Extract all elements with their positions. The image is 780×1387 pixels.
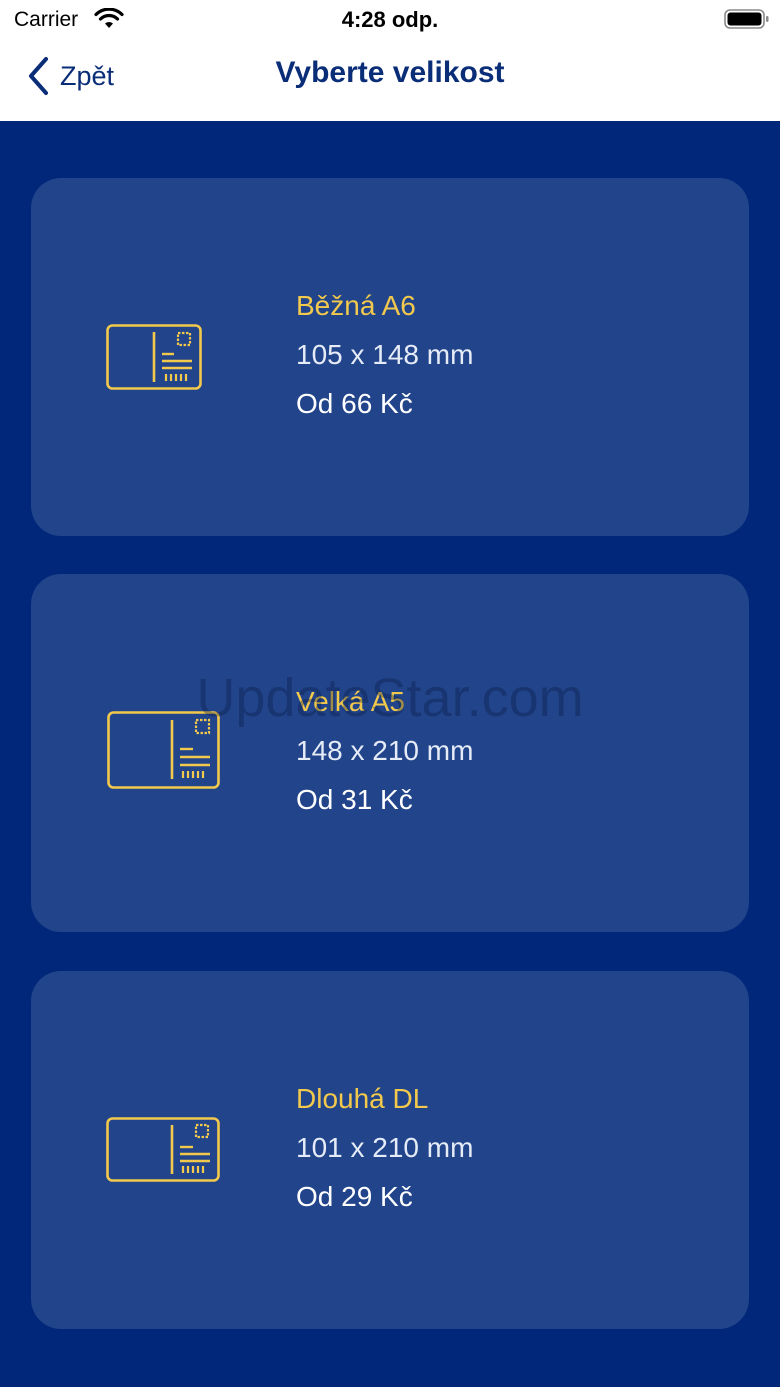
size-dimensions: 105 x 148 mm <box>296 339 474 370</box>
card-text: Dlouhá DL 101 x 210 mm Od 29 Kč <box>296 1084 473 1212</box>
size-list: Běžná A6 105 x 148 mm Od 66 Kč Velká A5 … <box>0 121 780 1387</box>
size-dimensions: 101 x 210 mm <box>296 1132 474 1163</box>
postcard-icon <box>106 324 202 390</box>
status-time: 4:28 odp. <box>341 7 439 32</box>
size-price: Od 29 Kč <box>296 1181 413 1212</box>
size-option-a6[interactable]: Běžná A6 105 x 148 mm Od 66 Kč <box>31 178 749 536</box>
size-option-a5[interactable]: Velká A5 148 x 210 mm Od 31 Kč <box>31 574 749 932</box>
page-title: Vyberte velikost <box>275 56 505 89</box>
size-price: Od 31 Kč <box>296 784 413 815</box>
card-text: Běžná A6 105 x 148 mm Od 66 Kč <box>296 291 473 419</box>
postcard-icon <box>107 711 220 789</box>
status-bar: Carrier 4:28 odp. <box>0 0 780 40</box>
size-name: Běžná A6 <box>296 290 416 321</box>
size-dimensions: 148 x 210 mm <box>296 735 474 766</box>
size-name: Velká A5 <box>296 686 405 717</box>
size-option-dl[interactable]: Dlouhá DL 101 x 210 mm Od 29 Kč <box>31 971 749 1329</box>
size-name: Dlouhá DL <box>296 1083 429 1114</box>
card-text: Velká A5 148 x 210 mm Od 31 Kč <box>296 687 473 815</box>
battery-icon <box>724 9 769 29</box>
navigation-bar: Zpět Vyberte velikost <box>0 40 780 121</box>
postcard-icon <box>106 1117 220 1182</box>
size-price: Od 66 Kč <box>296 388 413 419</box>
